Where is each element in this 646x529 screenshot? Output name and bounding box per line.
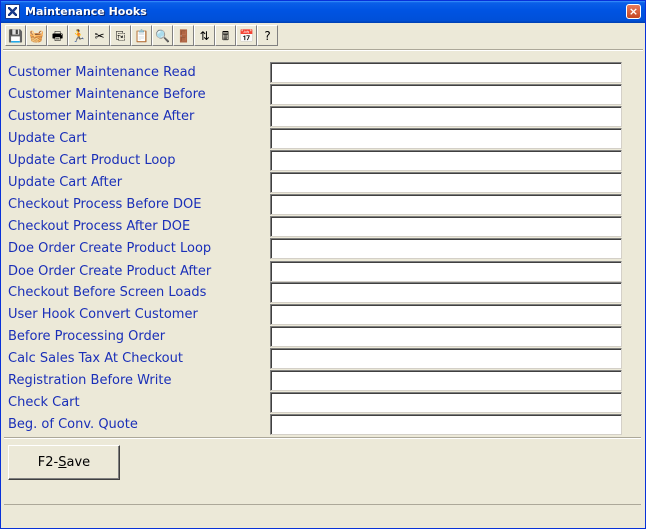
field-label: Checkout Before Screen Loads xyxy=(8,285,207,300)
sort-icon: ⇅ xyxy=(199,28,210,43)
form-row: Doe Order Create Product After xyxy=(1,261,645,283)
print-icon: 🖶 xyxy=(51,28,64,43)
paste-button[interactable]: 📋 xyxy=(131,25,152,46)
save-button[interactable]: F2-Save xyxy=(8,445,120,480)
exit-door-button[interactable]: 🚪 xyxy=(173,25,194,46)
field-label: Customer Maintenance Read xyxy=(8,65,196,80)
form-divider xyxy=(4,437,641,439)
calendar-button[interactable]: 📅 xyxy=(236,25,257,46)
field-label: Checkout Process After DOE xyxy=(8,219,191,234)
field-label: Update Cart xyxy=(8,131,87,146)
print-button[interactable]: 🖶 xyxy=(47,25,68,46)
form-row: Update Cart xyxy=(1,128,645,150)
window-title: Maintenance Hooks xyxy=(25,5,147,18)
cut-icon: ✂ xyxy=(94,28,105,43)
save-label-prefix: F2- xyxy=(37,455,59,470)
form-row: Customer Maintenance After xyxy=(1,106,645,128)
run-icon: 🏃 xyxy=(71,28,86,43)
form-row: Update Cart After xyxy=(1,172,645,194)
field-label: Update Cart Product Loop xyxy=(8,153,176,168)
hook-input[interactable] xyxy=(270,62,622,83)
save-button[interactable]: 💾 xyxy=(5,25,26,46)
field-label: Doe Order Create Product Loop xyxy=(8,241,212,256)
hook-input[interactable] xyxy=(270,238,622,259)
save-icon: 💾 xyxy=(8,28,23,43)
help-icon: ? xyxy=(264,28,271,43)
sort-button[interactable]: ⇅ xyxy=(194,25,215,46)
form-row: Customer Maintenance Before xyxy=(1,84,645,106)
bucket-button[interactable]: 🧺 xyxy=(26,25,47,46)
hook-input[interactable] xyxy=(270,282,622,303)
field-label: Calc Sales Tax At Checkout xyxy=(8,351,183,366)
maintenance-hooks-window: Maintenance Hooks × 💾 🧺 🖶 🏃 ✂ ⎘ 📋 🔍 🚪 ⇅ 🖩 📅? Custom… xyxy=(0,0,646,529)
toolbar: 💾 🧺 🖶 🏃 ✂ ⎘ 📋 🔍 🚪 ⇅ 🖩 📅? xyxy=(5,25,278,47)
copy-icon: ⎘ xyxy=(115,28,126,43)
save-label-suffix: ave xyxy=(66,455,91,470)
field-label: Customer Maintenance Before xyxy=(8,87,206,102)
hook-input[interactable] xyxy=(270,172,622,193)
form-row: Doe Order Create Product Loop xyxy=(1,238,645,260)
bucket-icon: 🧺 xyxy=(29,28,44,43)
field-label: Beg. of Conv. Quote xyxy=(8,417,138,432)
help-button[interactable]: ? xyxy=(257,25,278,46)
hook-input[interactable] xyxy=(270,392,622,413)
save-label-underlined: S xyxy=(58,455,67,470)
field-label: Doe Order Create Product After xyxy=(8,264,212,279)
form-row: Checkout Process After DOE xyxy=(1,216,645,238)
form-row: Customer Maintenance Read xyxy=(1,62,645,84)
form-row: Before Processing Order xyxy=(1,326,645,348)
field-label: User Hook Convert Customer xyxy=(8,307,198,322)
calculator-button[interactable]: 🖩 xyxy=(215,25,236,46)
status-bar xyxy=(4,504,641,527)
close-button[interactable]: × xyxy=(626,4,641,19)
hook-input[interactable] xyxy=(270,128,622,149)
app-icon xyxy=(5,4,20,19)
field-label: Registration Before Write xyxy=(8,373,172,388)
hook-input[interactable] xyxy=(270,304,622,325)
hook-input[interactable] xyxy=(270,106,622,127)
field-label: Update Cart After xyxy=(8,175,123,190)
title-bar[interactable]: Maintenance Hooks × xyxy=(1,1,645,23)
form-row: Checkout Before Screen Loads xyxy=(1,282,645,304)
form-row: Update Cart Product Loop xyxy=(1,150,645,172)
find-icon: 🔍 xyxy=(155,28,170,43)
hook-input[interactable] xyxy=(270,150,622,171)
copy-button[interactable]: ⎘ xyxy=(110,25,131,46)
cut-button[interactable]: ✂ xyxy=(89,25,110,46)
field-label: Check Cart xyxy=(8,395,80,410)
calendar-icon: 📅 xyxy=(239,28,254,43)
run-button[interactable]: 🏃 xyxy=(68,25,89,46)
calculator-icon: 🖩 xyxy=(221,28,230,43)
find-button[interactable]: 🔍 xyxy=(152,25,173,46)
field-label: Customer Maintenance After xyxy=(8,109,195,124)
hook-input[interactable] xyxy=(270,216,622,237)
hook-input[interactable] xyxy=(270,326,622,347)
hook-input[interactable] xyxy=(270,194,622,215)
field-label: Before Processing Order xyxy=(8,329,166,344)
exit-door-icon: 🚪 xyxy=(176,28,191,43)
form-row: Calc Sales Tax At Checkout xyxy=(1,348,645,370)
hook-input[interactable] xyxy=(270,370,622,391)
hook-input[interactable] xyxy=(270,261,622,282)
hook-input[interactable] xyxy=(270,348,622,369)
form-row: Checkout Process Before DOE xyxy=(1,194,645,216)
hook-input[interactable] xyxy=(270,84,622,105)
paste-icon: 📋 xyxy=(134,28,149,43)
form-row: Check Cart xyxy=(1,392,645,414)
form-row: Beg. of Conv. Quote xyxy=(1,414,645,436)
form-row: User Hook Convert Customer xyxy=(1,304,645,326)
toolbar-divider xyxy=(3,49,643,51)
field-label: Checkout Process Before DOE xyxy=(8,197,202,212)
hook-input[interactable] xyxy=(270,414,622,435)
form-row: Registration Before Write xyxy=(1,370,645,392)
